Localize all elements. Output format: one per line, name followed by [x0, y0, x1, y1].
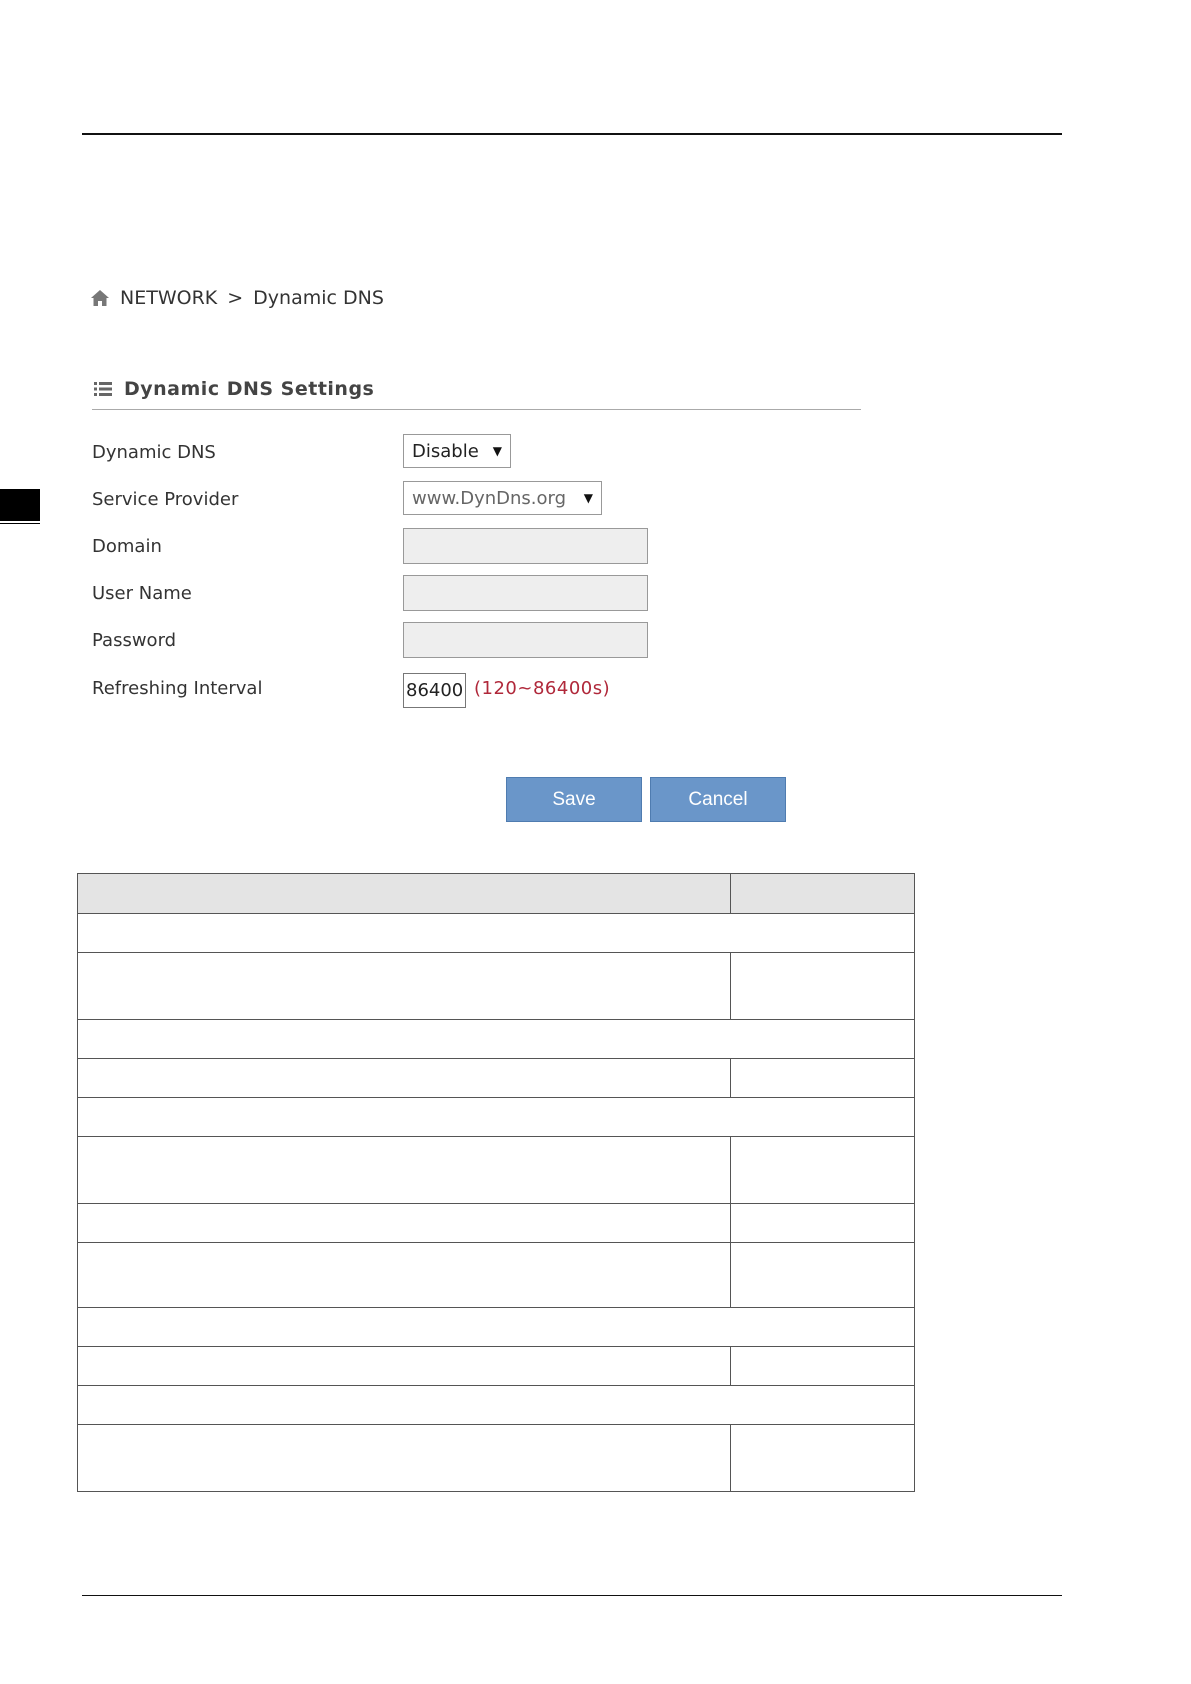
password-input[interactable] — [403, 622, 648, 658]
home-icon — [91, 290, 109, 306]
dynamic-dns-label: Dynamic DNS — [92, 442, 216, 463]
section-title-text: Dynamic DNS Settings — [124, 378, 375, 400]
refreshing-interval-hint: (120~86400s) — [474, 678, 611, 699]
table-cell — [77, 1019, 915, 1059]
table-header-row — [77, 873, 915, 914]
table-cell — [77, 1203, 731, 1243]
list-icon — [94, 382, 112, 396]
top-rule — [82, 133, 1062, 135]
table-row — [77, 1385, 915, 1425]
service-provider-value: www.DynDns.org — [412, 487, 567, 509]
table-row — [77, 913, 915, 953]
table-row — [77, 1136, 915, 1204]
table-row — [77, 952, 915, 1020]
table-cell — [77, 1307, 915, 1347]
table-header-cell — [730, 873, 915, 914]
table-cell — [730, 1136, 915, 1204]
table-row — [77, 1242, 915, 1308]
side-tab-underline — [0, 523, 40, 524]
table-cell — [730, 1424, 915, 1492]
table-cell — [730, 1058, 915, 1098]
service-provider-select[interactable]: www.DynDns.org ▼ — [403, 481, 602, 515]
table-row — [77, 1097, 915, 1137]
table-cell — [77, 1346, 731, 1386]
dynamic-dns-value: Disable — [412, 440, 479, 462]
breadcrumb-page: Dynamic DNS — [253, 287, 384, 309]
table-cell — [730, 1203, 915, 1243]
table-row — [77, 1307, 915, 1347]
table-cell — [77, 952, 731, 1020]
breadcrumb-section[interactable]: NETWORK — [120, 287, 217, 309]
table-cell — [77, 1097, 915, 1137]
breadcrumb-separator: > — [227, 287, 244, 309]
table-cell — [77, 1385, 915, 1425]
table-cell — [77, 913, 915, 953]
settings-table — [77, 873, 915, 1492]
dynamic-dns-select[interactable]: Disable ▼ — [403, 434, 511, 468]
section-title: Dynamic DNS Settings — [94, 378, 374, 400]
bottom-rule — [82, 1595, 1062, 1596]
save-button[interactable]: Save — [506, 777, 642, 822]
table-cell — [77, 1242, 731, 1308]
user-name-label: User Name — [92, 583, 192, 604]
refreshing-interval-input[interactable]: 86400 — [403, 673, 466, 708]
table-row — [77, 1346, 915, 1386]
page-side-tab — [0, 489, 40, 521]
chevron-down-icon: ▼ — [583, 491, 593, 505]
section-divider — [92, 409, 861, 410]
table-cell — [77, 1424, 731, 1492]
table-row — [77, 1019, 915, 1059]
table-cell — [730, 952, 915, 1020]
cancel-button[interactable]: Cancel — [650, 777, 786, 822]
service-provider-label: Service Provider — [92, 489, 239, 510]
table-row — [77, 1203, 915, 1243]
domain-input[interactable] — [403, 528, 648, 564]
password-label: Password — [92, 630, 177, 651]
table-row — [77, 1424, 915, 1492]
refreshing-interval-label: Refreshing Interval — [92, 678, 263, 699]
table-cell — [730, 1346, 915, 1386]
table-cell — [730, 1242, 915, 1308]
chevron-down-icon: ▼ — [492, 444, 502, 458]
user-name-input[interactable] — [403, 575, 648, 611]
breadcrumb: NETWORK > Dynamic DNS — [90, 285, 384, 311]
table-cell — [77, 1136, 731, 1204]
table-cell — [77, 1058, 731, 1098]
table-header-cell — [77, 873, 731, 914]
domain-label: Domain — [92, 536, 162, 557]
table-row — [77, 1058, 915, 1098]
